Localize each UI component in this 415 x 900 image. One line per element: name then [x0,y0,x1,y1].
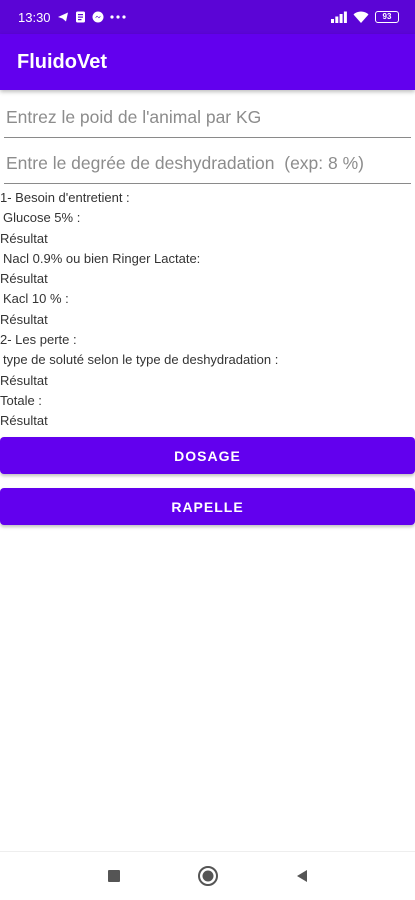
kacl-label: Kacl 10 % : [3,291,69,307]
wifi-icon [353,11,369,23]
recents-square-icon[interactable] [102,864,126,888]
totale-result: Résultat [0,413,48,429]
glucose-label: Glucose 5% : [3,210,81,226]
glucose-result: Résultat [0,230,48,246]
solute-label: type de soluté selon le type de deshydra… [3,352,279,368]
signal-icon [331,11,347,23]
app-bar: FluidoVet [0,34,415,90]
back-triangle-icon[interactable] [290,864,314,888]
messenger-icon [92,11,104,23]
status-bar: 13:30 93 [0,0,415,34]
telegram-icon [57,11,69,23]
app-title: FluidoVet [17,50,107,73]
totale-label: Totale : [0,392,42,408]
home-circle-icon[interactable] [196,864,220,888]
more-dots-icon [109,15,126,19]
status-left: 13:30 [18,10,126,25]
nacl-result: Résultat [0,271,48,287]
solute-result: Résultat [0,372,48,388]
status-time: 13:30 [18,9,51,25]
perte-label: 2- Les perte : [0,332,77,348]
results-section: 1- Besoin d'entretient : Glucose 5% : Ré… [0,188,415,432]
kacl-result: Résultat [0,311,48,327]
dehydration-input[interactable] [4,144,411,184]
status-right: 93 [331,11,399,23]
nacl-label: Nacl 0.9% ou bien Ringer Lactate: [3,250,201,266]
battery-icon: 93 [375,11,399,23]
system-nav-bar [0,851,415,900]
rapelle-button[interactable]: RAPELLE [0,488,415,525]
weight-input[interactable] [4,98,411,138]
document-icon [75,11,86,23]
besoin-label: 1- Besoin d'entretient : [0,190,130,205]
dosage-button[interactable]: DOSAGE [0,437,415,474]
